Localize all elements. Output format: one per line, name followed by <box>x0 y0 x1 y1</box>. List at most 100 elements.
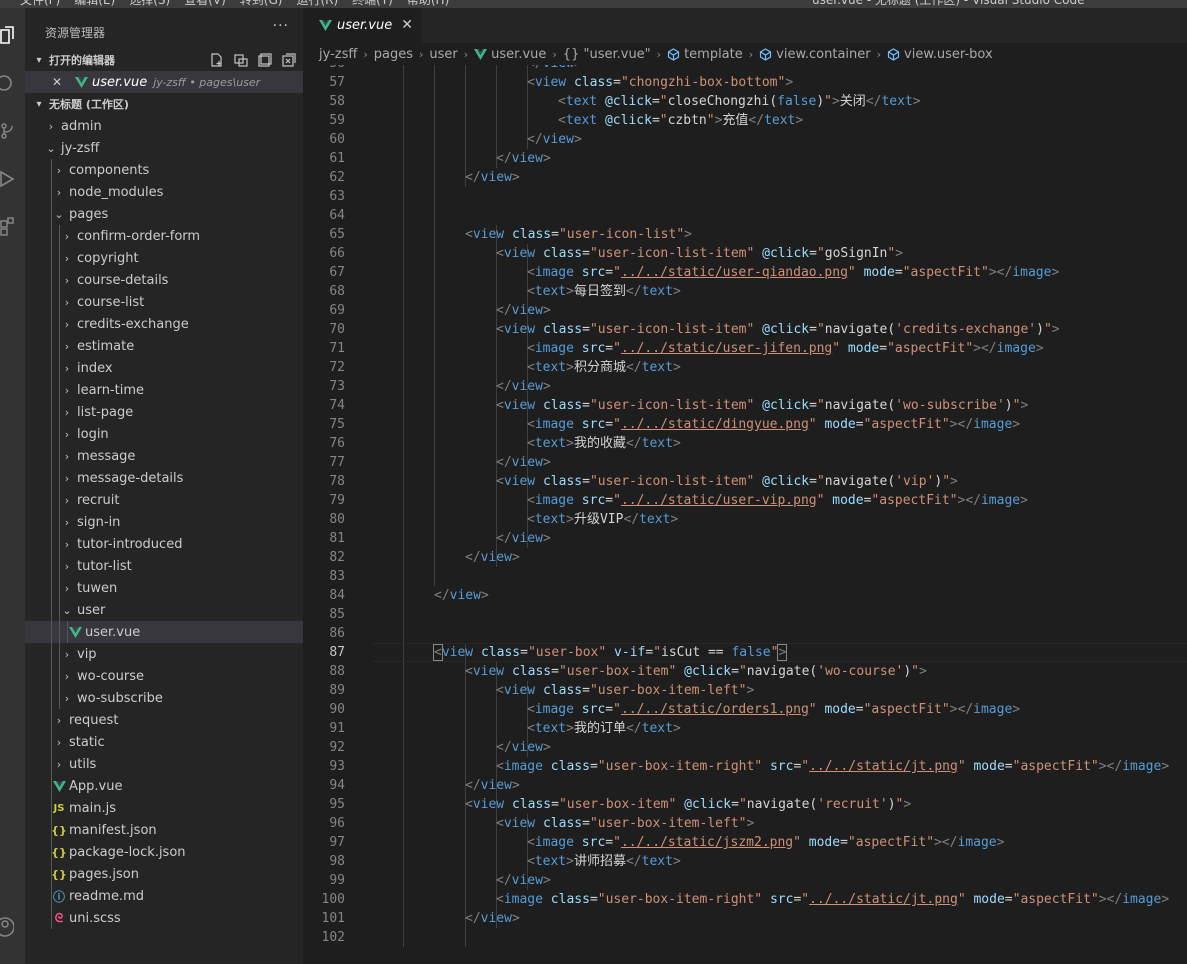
explorer-icon[interactable] <box>0 24 14 46</box>
tree-folder[interactable]: ⌄ user <box>25 599 303 621</box>
breadcrumb-item[interactable]: jy-zsff <box>319 47 357 62</box>
tree-file[interactable]: {} pages.json <box>25 863 303 885</box>
code-line[interactable]: 78 <view class="user-icon-list-item" @cli… <box>303 472 1187 491</box>
code-line[interactable]: 86 <box>303 624 1187 643</box>
code-line[interactable]: 66 <view class="user-icon-list-item" @cli… <box>303 244 1187 263</box>
code-line[interactable]: 87 <view class="user-box" v-if="isCut == … <box>303 643 1187 662</box>
tree-folder[interactable]: › wo-course <box>25 665 303 687</box>
tree-folder[interactable]: › vip <box>25 643 303 665</box>
code-line[interactable]: 77 </view> <box>303 453 1187 472</box>
tree-folder[interactable]: › tuwen <box>25 577 303 599</box>
tree-folder[interactable]: › tutor-introduced <box>25 533 303 555</box>
tree-folder[interactable]: › message-details <box>25 467 303 489</box>
code-line[interactable]: 99 </view> <box>303 871 1187 890</box>
tree-file[interactable]: ⓘ readme.md <box>25 885 303 907</box>
code-editor[interactable]: 56</view>57<view class="chongzhi-box-bot… <box>303 65 1187 964</box>
code-line[interactable]: 74 <view class="user-icon-list-item" @cli… <box>303 396 1187 415</box>
tree-folder[interactable]: › list-page <box>25 401 303 423</box>
code-line[interactable]: 79 <image src="../../static/user-vip.png"… <box>303 491 1187 510</box>
tree-folder[interactable]: › index <box>25 357 303 379</box>
tree-folder[interactable]: › course-list <box>25 291 303 313</box>
code-line[interactable]: 61 </view> <box>303 149 1187 168</box>
menu-item[interactable]: 查看(V) <box>184 0 226 7</box>
code-line[interactable]: 93 <image class="user-box-item-right" src… <box>303 757 1187 776</box>
new-folder-icon[interactable] <box>233 52 249 68</box>
code-line[interactable]: 83 <box>303 567 1187 586</box>
tree-folder[interactable]: › request <box>25 709 303 731</box>
tree-folder[interactable]: › wo-subscribe <box>25 687 303 709</box>
menu-item[interactable]: 转到(G) <box>240 0 283 7</box>
open-editors-section[interactable]: ▾ 打开的编辑器 <box>25 49 303 71</box>
code-line[interactable]: 62 </view> <box>303 168 1187 187</box>
code-line[interactable]: 56 </view> <box>303 65 1187 73</box>
code-line[interactable]: 70 <view class="user-icon-list-item" @cli… <box>303 320 1187 339</box>
code-line[interactable]: 64 <box>303 206 1187 225</box>
code-line[interactable]: 63 <box>303 187 1187 206</box>
more-actions-button[interactable]: ··· <box>273 18 289 34</box>
code-line[interactable]: 91 <text>我的订单</text> <box>303 719 1187 738</box>
tree-folder[interactable]: › static <box>25 731 303 753</box>
code-line[interactable]: 65 <view class="user-icon-list"> <box>303 225 1187 244</box>
code-line[interactable]: 67 <image src="../../static/user-qiandao.… <box>303 263 1187 282</box>
code-line[interactable]: 85 <box>303 605 1187 624</box>
code-line[interactable]: 84 </view> <box>303 586 1187 605</box>
close-tab-button[interactable]: ✕ <box>401 17 413 33</box>
tree-folder[interactable]: ⌄ jy-zsff <box>25 137 303 159</box>
code-line[interactable]: 59 <text @click="czbtn">充值</text> <box>303 111 1187 130</box>
tree-folder[interactable]: › confirm-order-form <box>25 225 303 247</box>
run-debug-icon[interactable] <box>0 168 14 190</box>
save-all-icon[interactable] <box>257 52 273 68</box>
tree-folder[interactable]: › course-details <box>25 269 303 291</box>
code-line[interactable]: 71 <image src="../../static/user-jifen.pn… <box>303 339 1187 358</box>
tree-file[interactable]: JS main.js <box>25 797 303 819</box>
tree-folder[interactable]: › components <box>25 159 303 181</box>
menu-item[interactable]: 运行(R) <box>296 0 338 7</box>
code-line[interactable]: 60 </view> <box>303 130 1187 149</box>
code-line[interactable]: 75 <image src="../../static/dingyue.png" … <box>303 415 1187 434</box>
account-icon[interactable] <box>0 916 14 938</box>
extensions-icon[interactable] <box>0 216 14 238</box>
tree-folder[interactable]: › copyright <box>25 247 303 269</box>
code-line[interactable]: 82 </view> <box>303 548 1187 567</box>
tree-folder[interactable]: › learn-time <box>25 379 303 401</box>
tree-file[interactable]: ᘓ uni.scss <box>25 907 303 929</box>
tree-file[interactable]: App.vue <box>25 775 303 797</box>
tree-file[interactable]: {} manifest.json <box>25 819 303 841</box>
code-line[interactable]: 94 </view> <box>303 776 1187 795</box>
code-line[interactable]: 68 <text>每日签到</text> <box>303 282 1187 301</box>
workspace-section[interactable]: ▾ 无标题 (工作区) <box>25 93 303 115</box>
code-line[interactable]: 100 <image class="user-box-item-right" sr… <box>303 890 1187 909</box>
menu-item[interactable]: 编辑(E) <box>74 0 115 7</box>
tree-folder[interactable]: › node_modules <box>25 181 303 203</box>
code-line[interactable]: 57 <view class="chongzhi-box-bottom"> <box>303 73 1187 92</box>
breadcrumb-item[interactable]: user <box>429 47 457 62</box>
breadcrumb-item[interactable]: {} "user.vue" <box>563 47 651 62</box>
code-line[interactable]: 89 <view class="user-box-item-left"> <box>303 681 1187 700</box>
breadcrumb-item[interactable]: user.vue <box>491 47 546 62</box>
tree-folder[interactable]: › login <box>25 423 303 445</box>
tree-folder[interactable]: › utils <box>25 753 303 775</box>
breadcrumb-item[interactable]: template <box>684 47 743 62</box>
code-line[interactable]: 88 <view class="user-box-item" @click="na… <box>303 662 1187 681</box>
tree-folder[interactable]: › sign-in <box>25 511 303 533</box>
menu-item[interactable]: 文件(F) <box>20 0 60 7</box>
new-file-icon[interactable] <box>209 52 225 68</box>
code-line[interactable]: 69 </view> <box>303 301 1187 320</box>
code-line[interactable]: 97 <image src="../../static/jszm2.png" mo… <box>303 833 1187 852</box>
close-icon[interactable]: ✕ <box>47 75 67 89</box>
breadcrumb-item[interactable]: view.user-box <box>904 47 993 62</box>
code-line[interactable]: 98 <text>讲师招募</text> <box>303 852 1187 871</box>
tree-folder[interactable]: › message <box>25 445 303 467</box>
code-line[interactable]: 73 </view> <box>303 377 1187 396</box>
tree-file[interactable]: user.vue <box>25 621 303 643</box>
breadcrumb-item[interactable]: view.container <box>776 47 870 62</box>
menu-item[interactable]: 终端(T) <box>352 0 393 7</box>
code-line[interactable]: 72 <text>积分商城</text> <box>303 358 1187 377</box>
menu-item[interactable]: 帮助(H) <box>407 0 449 7</box>
code-line[interactable]: 102 <box>303 928 1187 947</box>
menu-item[interactable]: 选择(S) <box>129 0 170 7</box>
code-line[interactable]: 92 </view> <box>303 738 1187 757</box>
search-icon[interactable] <box>0 72 14 94</box>
code-line[interactable]: 76 <text>我的收藏</text> <box>303 434 1187 453</box>
code-line[interactable]: 96 <view class="user-box-item-left"> <box>303 814 1187 833</box>
